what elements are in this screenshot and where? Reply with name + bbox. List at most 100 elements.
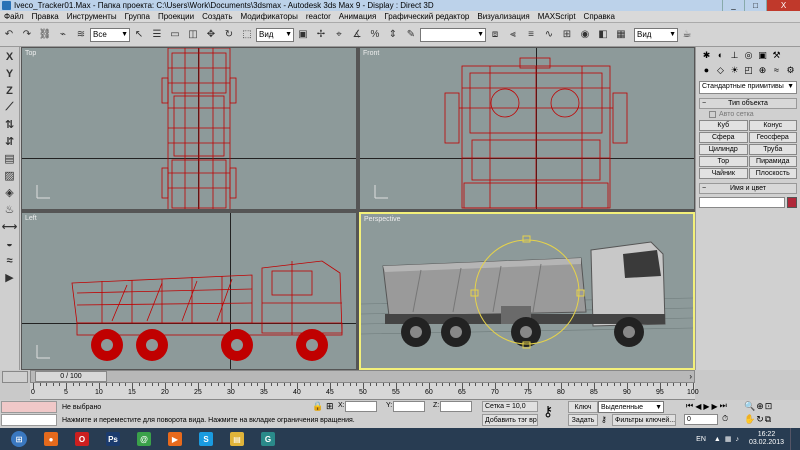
taskbar-photoshop[interactable]: Ps [99, 429, 127, 449]
menu-reactor[interactable]: reactor [302, 12, 335, 21]
menu-group[interactable]: Группа [121, 12, 154, 21]
weld-icon[interactable]: ⟷ [2, 219, 18, 234]
time-slider[interactable]: 0 / 100 › [30, 370, 695, 383]
taskbar-icq[interactable]: @ [130, 429, 158, 449]
torus-button[interactable]: Тор [699, 156, 748, 167]
render-setup-icon[interactable]: ◧ [596, 28, 610, 42]
taskbar-skype[interactable]: S [192, 429, 220, 449]
rect-selection-icon[interactable]: ▭ [168, 28, 182, 42]
render-view-dropdown[interactable]: Вид ▼ [634, 27, 678, 42]
current-frame-input[interactable]: 0 [684, 414, 718, 425]
menu-maxscript[interactable]: MAXScript [534, 12, 580, 21]
cycle-planes-icon[interactable]: ⇅ [2, 117, 18, 132]
render-frame-icon[interactable]: ▦ [614, 28, 628, 42]
absolute-mode-icon[interactable]: ⊞ [326, 401, 334, 412]
fire-icon[interactable]: ♨ [2, 202, 18, 217]
zoom-all-icon[interactable]: ⊕ [756, 401, 765, 412]
redo-icon[interactable]: ↷ [20, 28, 34, 42]
goto-start-icon[interactable]: ⏮ [686, 401, 695, 411]
language-indicator[interactable]: EN [696, 436, 706, 443]
menu-edit[interactable]: Правка [28, 12, 63, 21]
goto-end-icon[interactable]: ⏭ [720, 401, 729, 411]
material-editor-icon[interactable]: ◉ [578, 28, 592, 42]
preview-icon[interactable]: ▶ [2, 270, 18, 285]
maximize-viewport-icon[interactable]: ⧉ [765, 414, 772, 425]
rotate-icon[interactable]: ↻ [222, 28, 236, 42]
mirror-icon[interactable]: ⧈ [488, 28, 502, 42]
undo-icon[interactable]: ↶ [2, 28, 16, 42]
angle-snap-icon[interactable]: ∡ [350, 28, 364, 42]
slider-next-icon[interactable]: › [689, 372, 692, 381]
schematic-view-icon[interactable]: ⊞ [560, 28, 574, 42]
viewport-left[interactable]: Left [21, 212, 357, 370]
prev-frame-icon[interactable]: ◀ [695, 402, 703, 411]
zoom-extents-icon[interactable]: ⊡ [765, 401, 774, 412]
plane-button[interactable]: Плоскость [748, 168, 797, 179]
playback-controls[interactable]: ⏮ ◀ ▶ ▶ ⏭ [686, 401, 729, 411]
key-icon[interactable]: ⚷ [543, 403, 553, 420]
tube-button[interactable]: Труба [748, 144, 797, 155]
next-frame-icon[interactable]: ▶ [712, 402, 720, 411]
time-config-icon[interactable]: ⏱ [722, 414, 728, 424]
add-time-tag-button[interactable]: Добавить тэг врем [482, 414, 538, 426]
auto-key-button[interactable]: Ключ [568, 401, 598, 413]
taskbar-start-button[interactable]: ⊞ [4, 429, 34, 449]
x-coordinate-input[interactable] [345, 401, 377, 412]
constrain-y-button[interactable]: Y [2, 66, 18, 81]
taskbar-firefox[interactable]: ● [37, 429, 65, 449]
motion-tab-icon[interactable]: ◎ [742, 49, 755, 62]
track-view-toggle[interactable] [2, 371, 28, 383]
menu-modifiers[interactable]: Модификаторы [236, 12, 301, 21]
systems-icon[interactable]: ⚙ [784, 64, 797, 77]
snap-toggle-icon[interactable]: ⌖ [332, 28, 346, 42]
maxscript-output[interactable] [1, 414, 57, 426]
object-color-swatch[interactable] [787, 197, 797, 208]
quick-render-icon[interactable]: ☕ [680, 28, 694, 42]
object-name-input[interactable] [699, 197, 785, 208]
name-color-rollout[interactable]: − Имя и цвет [699, 183, 797, 194]
pivot-icon[interactable]: ▣ [296, 28, 310, 42]
lights-icon[interactable]: ☀ [728, 64, 741, 77]
utilities-tab-icon[interactable]: ⚒ [770, 49, 783, 62]
key-filters-button[interactable]: Фильтры ключей... [612, 414, 676, 426]
auto-grid-checkbox[interactable]: Авто сетка [699, 111, 797, 118]
create-tab-icon[interactable]: ✱ [700, 49, 713, 62]
volume-icon[interactable]: ♪ [735, 436, 739, 443]
constrain-z-button[interactable]: Z [2, 83, 18, 98]
track-bar[interactable]: 0 5 10 15 20 25 30 35 40 45 50 55 60 65 70 75 80 85 90 95 10… [30, 383, 699, 400]
orbit-icon[interactable]: ↻ [756, 414, 765, 425]
viewport-top[interactable]: Top [21, 47, 357, 210]
key-filters-icon[interactable]: ⚷ [601, 415, 607, 424]
show-desktop-button[interactable] [790, 428, 800, 450]
coord-system-dropdown[interactable]: Вид ▼ [256, 27, 294, 42]
cameras-icon[interactable]: ◰ [742, 64, 755, 77]
taskbar-media-player[interactable]: ▶ [161, 429, 189, 449]
tray-expand-icon[interactable]: ▲ [714, 436, 721, 443]
shapes-icon[interactable]: ◇ [714, 64, 727, 77]
constrain-xy-icon[interactable]: ⟋ [2, 100, 18, 115]
window-crossing-icon[interactable]: ◫ [186, 28, 200, 42]
ik-icon[interactable]: ⇵ [2, 134, 18, 149]
reactor-icon[interactable]: ◈ [2, 185, 18, 200]
maxscript-listener[interactable] [1, 401, 57, 413]
taskbar-explorer[interactable]: ▤ [223, 429, 251, 449]
taskbar-3dsmax[interactable]: G [254, 429, 282, 449]
curve-editor-icon[interactable]: ∿ [542, 28, 556, 42]
named-selection-icon[interactable]: ✎ [404, 28, 418, 42]
object-type-rollout[interactable]: − Тип объекта [699, 98, 797, 109]
menu-tools[interactable]: Инструменты [63, 12, 121, 21]
spinner-snap-icon[interactable]: ⇕ [386, 28, 400, 42]
zoom-icon[interactable]: 🔍 [744, 401, 756, 412]
layer-manager-icon[interactable]: ≡ [524, 28, 538, 42]
menu-rendering[interactable]: Визуализация [473, 12, 533, 21]
key-mode-dropdown[interactable]: Выделенные ▼ [598, 401, 664, 413]
wind-icon[interactable]: ≈ [2, 253, 18, 268]
menu-help[interactable]: Справка [580, 12, 619, 21]
y-coordinate-input[interactable] [393, 401, 425, 412]
constrain-x-button[interactable]: X [2, 49, 18, 64]
z-coordinate-input[interactable] [440, 401, 472, 412]
scale-icon[interactable]: ⬚ [240, 28, 254, 42]
menu-file[interactable]: Файл [0, 12, 28, 21]
network-icon[interactable]: ▦ [725, 435, 732, 443]
clock[interactable]: 16:22 03.02.2013 [749, 431, 784, 447]
